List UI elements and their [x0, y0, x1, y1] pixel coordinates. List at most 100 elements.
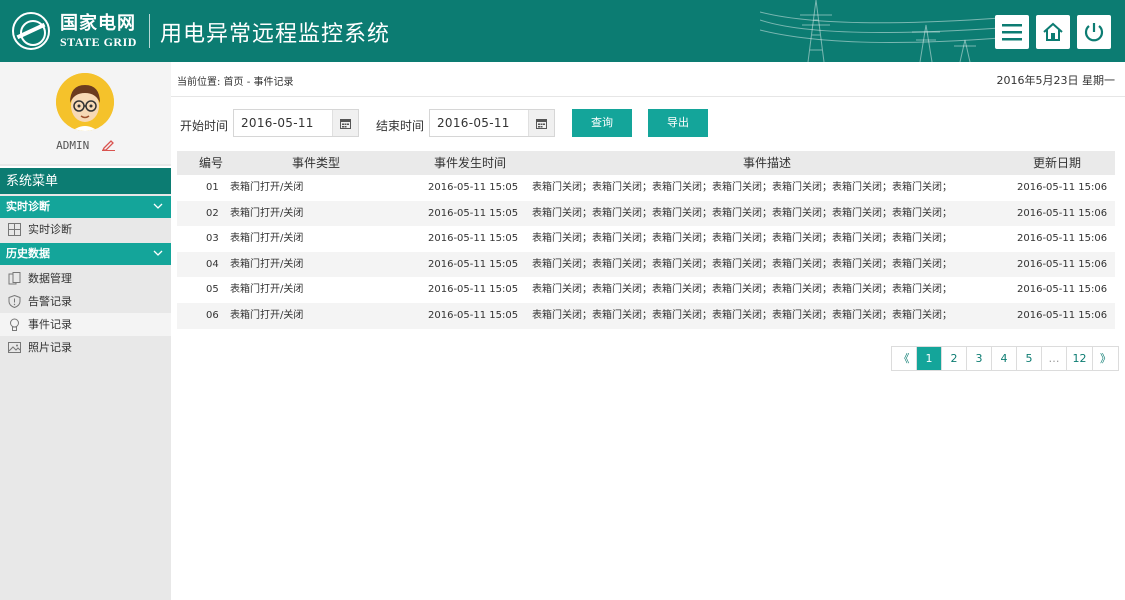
home-icon	[1043, 22, 1063, 41]
cell-id: 06	[206, 309, 219, 321]
column-header-id: 编号	[199, 156, 224, 170]
cell-event-time: 2016-05-11 15:05	[428, 309, 519, 321]
username-text: ADMIN	[56, 139, 90, 152]
sidebar-item-label: 数据管理	[28, 272, 72, 285]
power-icon	[1084, 23, 1104, 42]
grid-icon	[8, 223, 21, 236]
calendar-icon[interactable]	[332, 110, 358, 136]
cell-update-date: 2016-05-11 15:06	[1017, 182, 1108, 193]
table-row[interactable]: 02 表箱门打开/关闭 2016-05-11 15:05 表箱门关闭；表箱门关闭…	[177, 200, 1115, 227]
sidebar-item-label: 实时诊断	[28, 223, 72, 236]
cell-id: 05	[206, 284, 219, 296]
sidebar: ADMIN 系统菜单 实时诊断 实时诊断 历史数据 数据管理 告警记录 事件记录…	[0, 62, 171, 600]
next-page-button[interactable]: 》	[1093, 347, 1118, 370]
table-row[interactable]: 03 表箱门打开/关闭 2016-05-11 15:05 表箱门关闭；表箱门关闭…	[177, 226, 1115, 252]
cell-update-date: 2016-05-11 15:06	[1017, 233, 1108, 245]
cell-event-time: 2016-05-11 15:05	[428, 233, 519, 245]
menu-group-label: 历史数据	[6, 247, 50, 260]
page-button-1[interactable]: 1	[917, 347, 942, 370]
column-header-description: 事件描述	[743, 156, 792, 170]
page-button-2[interactable]: 2	[942, 347, 967, 370]
shield-icon	[8, 295, 21, 308]
cell-description: 表箱门关闭；表箱门关闭；表箱门关闭；表箱门关闭；表箱门关闭；表箱门关闭；表箱门关…	[532, 258, 952, 270]
logo-chinese-text: 国家电网	[60, 12, 136, 34]
app-title: 用电异常远程监控系统	[160, 22, 391, 47]
cell-event-type: 表箱门打开/关闭	[230, 284, 304, 296]
end-date-value: 2016-05-11	[437, 116, 510, 130]
sidebar-item-realtime-diagnosis[interactable]: 实时诊断	[0, 218, 171, 241]
menu-group-label: 实时诊断	[6, 200, 50, 213]
cell-description: 表箱门关闭；表箱门关闭；表箱门关闭；表箱门关闭；表箱门关闭；表箱门关闭；表箱门关…	[532, 207, 952, 219]
state-grid-logo: 国家电网 STATE GRID	[12, 12, 137, 50]
cell-update-date: 2016-05-11 15:06	[1017, 284, 1108, 296]
cell-event-type: 表箱门打开/关闭	[230, 182, 304, 193]
page-button-3[interactable]: 3	[967, 347, 992, 370]
sidebar-item-label: 告警记录	[28, 295, 72, 308]
cell-description: 表箱门关闭；表箱门关闭；表箱门关闭；表箱门关闭；表箱门关闭；表箱门关闭；表箱门关…	[532, 309, 952, 321]
sidebar-item-photo-records[interactable]: 照片记录	[0, 336, 171, 359]
database-icon	[8, 272, 21, 285]
sidebar-item-alarm-records[interactable]: 告警记录	[0, 290, 171, 313]
header-divider	[149, 14, 150, 48]
user-profile: ADMIN	[0, 62, 171, 164]
power-button[interactable]	[1077, 15, 1111, 49]
end-time-label: 结束时间	[376, 119, 425, 133]
home-button[interactable]	[1036, 15, 1070, 49]
username: ADMIN	[0, 139, 171, 154]
cell-event-time: 2016-05-11 15:05	[428, 182, 519, 193]
page-button-4[interactable]: 4	[992, 347, 1017, 370]
calendar-icon[interactable]	[528, 110, 554, 136]
cell-update-date: 2016-05-11 15:06	[1017, 309, 1108, 321]
table-header: 编号 事件类型 事件发生时间 事件描述 更新日期	[177, 151, 1115, 175]
start-time-label: 开始时间	[180, 119, 229, 133]
top-header: 国家电网 STATE GRID 用电异常远程监控系统	[0, 0, 1125, 62]
column-header-event-time: 事件发生时间	[434, 156, 507, 170]
sidebar-item-event-records[interactable]: 事件记录	[0, 313, 171, 336]
photo-icon	[8, 342, 21, 353]
main-content: 当前位置: 首页 - 事件记录 2016年5月23日 星期一 开始时间 2016…	[171, 62, 1125, 600]
query-button[interactable]: 查询	[572, 109, 632, 137]
cell-id: 02	[206, 207, 219, 219]
page-button-12[interactable]: 12	[1067, 347, 1093, 370]
menu-group-realtime[interactable]: 实时诊断	[0, 196, 171, 218]
table-row[interactable]: 06 表箱门打开/关闭 2016-05-11 15:05 表箱门关闭；表箱门关闭…	[177, 302, 1115, 329]
avatar[interactable]	[56, 73, 114, 131]
sidebar-item-label: 事件记录	[28, 318, 72, 331]
cell-id: 03	[206, 233, 219, 245]
table-row[interactable]: 05 表箱门打开/关闭 2016-05-11 15:05 表箱门关闭；表箱门关闭…	[177, 277, 1115, 303]
edit-icon[interactable]	[101, 139, 115, 154]
cell-event-time: 2016-05-11 15:05	[428, 207, 519, 219]
cell-description: 表箱门关闭；表箱门关闭；表箱门关闭；表箱门关闭；表箱门关闭；表箱门关闭；表箱门关…	[532, 284, 952, 296]
cell-id: 04	[206, 258, 219, 270]
export-button[interactable]: 导出	[648, 109, 708, 137]
event-records-table: 编号 事件类型 事件发生时间 事件描述 更新日期 01 表箱门打开/关闭 201…	[177, 151, 1115, 329]
cell-event-time: 2016-05-11 15:05	[428, 258, 519, 270]
bulb-icon	[10, 318, 19, 331]
table-row[interactable]: 01 表箱门打开/关闭 2016-05-11 15:05 表箱门关闭；表箱门关闭…	[177, 175, 1115, 201]
chevron-down-icon	[153, 203, 163, 209]
cell-event-type: 表箱门打开/关闭	[230, 309, 304, 321]
cell-event-type: 表箱门打开/关闭	[230, 258, 304, 270]
breadcrumb-divider	[171, 96, 1125, 97]
table-row[interactable]: 04 表箱门打开/关闭 2016-05-11 15:05 表箱门关闭；表箱门关闭…	[177, 251, 1115, 278]
menu-group-history[interactable]: 历史数据	[0, 243, 171, 265]
state-grid-logo-icon	[12, 12, 50, 50]
start-date-input[interactable]: 2016-05-11	[233, 109, 359, 137]
start-date-value: 2016-05-11	[241, 116, 314, 130]
cell-event-type: 表箱门打开/关闭	[230, 207, 304, 219]
breadcrumb: 当前位置: 首页 - 事件记录	[177, 77, 294, 88]
menu-button[interactable]	[995, 15, 1029, 49]
prev-page-button[interactable]: 《	[892, 347, 917, 370]
avatar-illustration	[56, 73, 114, 131]
end-date-input[interactable]: 2016-05-11	[429, 109, 555, 137]
column-header-event-type: 事件类型	[292, 156, 341, 170]
sidebar-item-data-management[interactable]: 数据管理	[0, 267, 171, 290]
pagination: 《 1 2 3 4 5 … 12 》	[891, 346, 1119, 371]
cell-event-type: 表箱门打开/关闭	[230, 233, 304, 245]
cell-event-time: 2016-05-11 15:05	[428, 284, 519, 296]
menu-icon	[1002, 24, 1022, 41]
system-menu-title: 系统菜单	[0, 166, 171, 194]
page-button-5[interactable]: 5	[1017, 347, 1042, 370]
column-header-update-date: 更新日期	[1033, 156, 1082, 170]
current-date: 2016年5月23日 星期一	[996, 74, 1116, 87]
